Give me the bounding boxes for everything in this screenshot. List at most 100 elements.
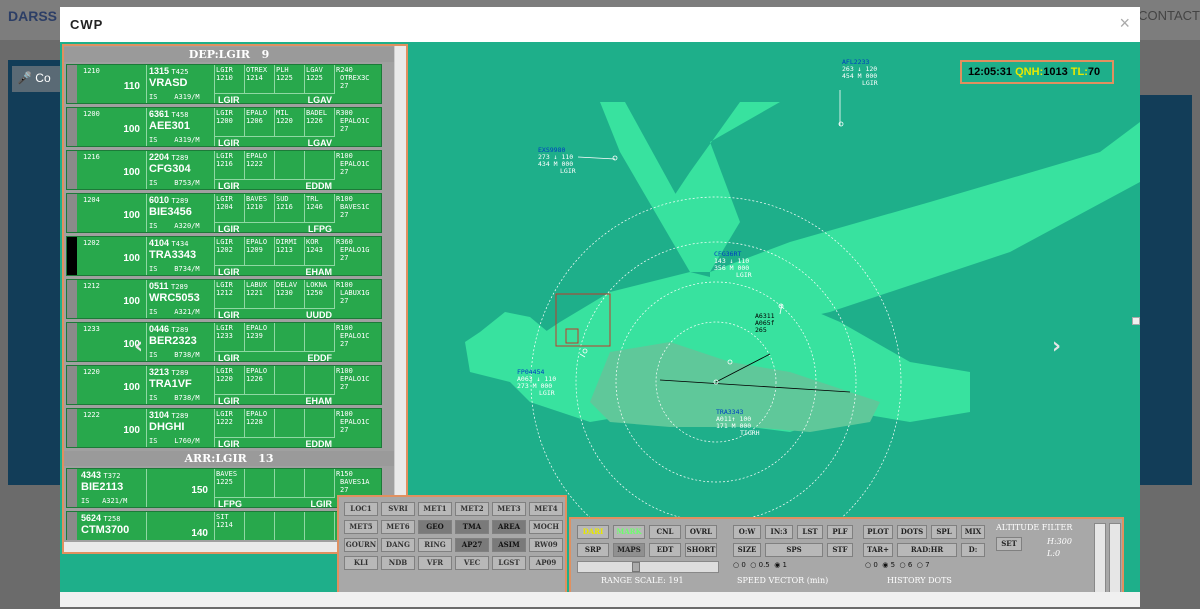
strip-fix-3[interactable]: PLH 1225 <box>275 65 305 93</box>
strip-scrollbar-vertical[interactable] <box>394 46 406 540</box>
strip-fix-3[interactable]: SUD 1216 <box>275 194 305 222</box>
map-layer-button-tma[interactable]: TMA <box>455 520 489 534</box>
close-icon[interactable]: × <box>1119 13 1130 34</box>
strip-fix-4[interactable]: BADEL 1226 <box>305 108 335 136</box>
strip-callsign-cell[interactable]: 3104 T289 DHGHI IS L760/M <box>147 409 215 447</box>
map-layer-button-loc1[interactable]: LOC1 <box>344 502 378 516</box>
strip-fix-3[interactable]: DELAV 1230 <box>275 280 305 308</box>
flight-strip[interactable]: 5624 T258 CTM3700 140 SIT 1214 <box>66 511 382 540</box>
strip-exit-cell[interactable]: R360 EPALO1G 27 <box>335 237 383 275</box>
strip-exit-cell[interactable]: R100 EPALO1C 27 <box>335 323 383 361</box>
map-layer-button-gourn[interactable]: GOURN <box>344 538 378 552</box>
strip-callsign-cell[interactable]: 0511 T289 WRC5053 IS A321/M <box>147 280 215 318</box>
flight-strip[interactable]: 1233 100 0446 T289 BER2323 IS B738/M LGI… <box>66 322 383 363</box>
maps-button[interactable]: MAPS <box>613 543 645 557</box>
range-scale-slider[interactable] <box>577 561 719 573</box>
strip-fix-2[interactable]: EPALO 1226 <box>245 366 275 394</box>
edt-button[interactable]: EDT <box>649 543 681 557</box>
strip-fix-1[interactable]: LGIR 1200 <box>215 108 245 136</box>
srp-button[interactable]: SRP <box>577 543 609 557</box>
mark-button[interactable]: MARK <box>613 525 645 539</box>
background-button[interactable]: 🎤 Co <box>12 66 60 92</box>
strip-fix-2[interactable] <box>245 512 275 540</box>
modal-scroll-handle[interactable] <box>1132 317 1140 325</box>
plf-button[interactable]: PLF <box>827 525 853 539</box>
map-layer-button-ap27[interactable]: AP27 <box>455 538 489 552</box>
strip-fix-3[interactable] <box>275 151 305 179</box>
map-layer-button-ap09[interactable]: AP09 <box>529 556 563 570</box>
strip-fix-3[interactable] <box>275 366 305 394</box>
strip-fix-4[interactable] <box>305 469 335 497</box>
short-button[interactable]: SHORT <box>685 543 717 557</box>
d-button[interactable]: D: <box>961 543 985 557</box>
strip-marker[interactable] <box>67 65 77 103</box>
strip-exit-cell[interactable]: R100 LABUX1G 27 <box>335 280 383 318</box>
strip-fix-3[interactable] <box>275 409 305 437</box>
strip-exit-cell[interactable]: R240 OTREX3C 27 <box>335 65 383 103</box>
sps-button[interactable]: SPS <box>765 543 823 557</box>
strip-fix-1[interactable]: LGIR 1212 <box>215 280 245 308</box>
map-layer-button-svri[interactable]: SVRI <box>381 502 415 516</box>
strip-fix-2[interactable] <box>245 469 275 497</box>
flight-strip[interactable]: 4343 T372 BIE2113 IS A321/M 150 BAVES 122… <box>66 468 382 509</box>
chevron-right-icon[interactable]: › <box>1052 334 1061 359</box>
cnl-button[interactable]: CNL <box>649 525 681 539</box>
strip-fix-4[interactable] <box>305 512 335 540</box>
strip-fix-4[interactable]: TRL 1246 <box>305 194 335 222</box>
map-layer-button-dang[interactable]: DANG <box>381 538 415 552</box>
strip-fix-1[interactable]: SIT 1214 <box>215 512 245 540</box>
strip-fix-4[interactable] <box>305 151 335 179</box>
radar-display[interactable]: AFL2233 263 ↓ 120 454 M 000 LGIR EXS9980… <box>410 42 1140 517</box>
strip-exit-cell[interactable]: R100 EPALO1C 27 <box>335 151 383 189</box>
map-layer-button-rw09[interactable]: RW09 <box>529 538 563 552</box>
mix-button[interactable]: MIX <box>961 525 985 539</box>
map-layer-button-lgst[interactable]: LGST <box>492 556 526 570</box>
history-radio-group[interactable]: ○ 0 ◉ 5 ○ 6 ○ 7 <box>865 561 930 569</box>
flight-strip[interactable]: 1216 100 2204 T289 CFG304 IS B753/M LGIR… <box>66 150 383 191</box>
lst-button[interactable]: LST <box>797 525 823 539</box>
map-layer-button-kli[interactable]: KLI <box>344 556 378 570</box>
strip-marker[interactable] <box>67 237 77 275</box>
strip-callsign-cell[interactable]: 3213 T289 TRA1VF IS B738/M <box>147 366 215 404</box>
dari-button[interactable]: DARI <box>577 525 609 539</box>
spl-button[interactable]: SPL <box>931 525 957 539</box>
strip-callsign-cell[interactable]: 6010 T289 BIE3456 IS A320/M <box>147 194 215 232</box>
strip-fix-2[interactable]: EPALO 1222 <box>245 151 275 179</box>
chevron-left-icon[interactable]: ‹ <box>134 334 143 359</box>
strip-fix-1[interactable]: LGIR 1204 <box>215 194 245 222</box>
strip-marker[interactable] <box>67 280 77 318</box>
strip-fix-4[interactable] <box>305 366 335 394</box>
ovrl-button[interactable]: OVRL <box>685 525 717 539</box>
flight-strip[interactable]: 1204 100 6010 T289 BIE3456 IS A320/M LGI… <box>66 193 383 234</box>
strip-fix-3[interactable]: MIL 1220 <box>275 108 305 136</box>
strip-fix-2[interactable]: OTREX 1214 <box>245 65 275 93</box>
strip-fix-1[interactable]: LGIR 1202 <box>215 237 245 265</box>
strip-callsign-cell[interactable]: 4343 T372 BIE2113 IS A321/M <box>79 469 147 507</box>
modal-scrollbar-horizontal[interactable] <box>60 592 1140 607</box>
flight-strip[interactable]: 1210 110 1315 T425 VRASD IS A319/M LGIR 1… <box>66 64 383 105</box>
flight-strip[interactable]: 1222 100 3104 T289 DHGHI IS L760/M LGIR 1… <box>66 408 382 449</box>
strip-fix-1[interactable]: LGIR 1233 <box>215 323 245 351</box>
strip-fix-4[interactable]: LGAV 1225 <box>305 65 335 93</box>
tar-button[interactable]: TAR+ <box>863 543 893 557</box>
map-layer-button-met4[interactable]: MET4 <box>529 502 563 516</box>
strip-exit-cell[interactable]: R100 BAVES1C 27 <box>335 194 383 232</box>
map-layer-button-geo[interactable]: GEO <box>418 520 452 534</box>
rad-hr-button[interactable]: RAD:HR <box>897 543 957 557</box>
altitude-high-slider[interactable] <box>1094 523 1106 593</box>
strip-fix-1[interactable]: LGIR 1220 <box>215 366 245 394</box>
stf-button[interactable]: STF <box>827 543 853 557</box>
map-layer-button-moch[interactable]: MOCH <box>529 520 563 534</box>
strip-fix-3[interactable] <box>275 323 305 351</box>
strip-marker[interactable] <box>67 512 77 540</box>
strip-marker[interactable] <box>67 409 77 447</box>
flight-strip[interactable]: 1202 100 4104 T434 TRA3343 IS B734/M LGI… <box>66 236 383 277</box>
map-layer-button-met2[interactable]: MET2 <box>455 502 489 516</box>
strip-callsign-cell[interactable]: 4104 T434 TRA3343 IS B734/M <box>147 237 215 275</box>
strip-callsign-cell[interactable]: 2204 T289 CFG304 IS B753/M <box>147 151 215 189</box>
altitude-set-button[interactable]: SET <box>996 537 1022 551</box>
strip-fix-4[interactable] <box>305 323 335 351</box>
strip-exit-cell[interactable]: R300 EPALO1C 27 <box>335 108 383 146</box>
strip-callsign-cell[interactable]: 6361 T458 AEE301 IS A319/M <box>147 108 215 146</box>
map-layer-button-met5[interactable]: MET5 <box>344 520 378 534</box>
